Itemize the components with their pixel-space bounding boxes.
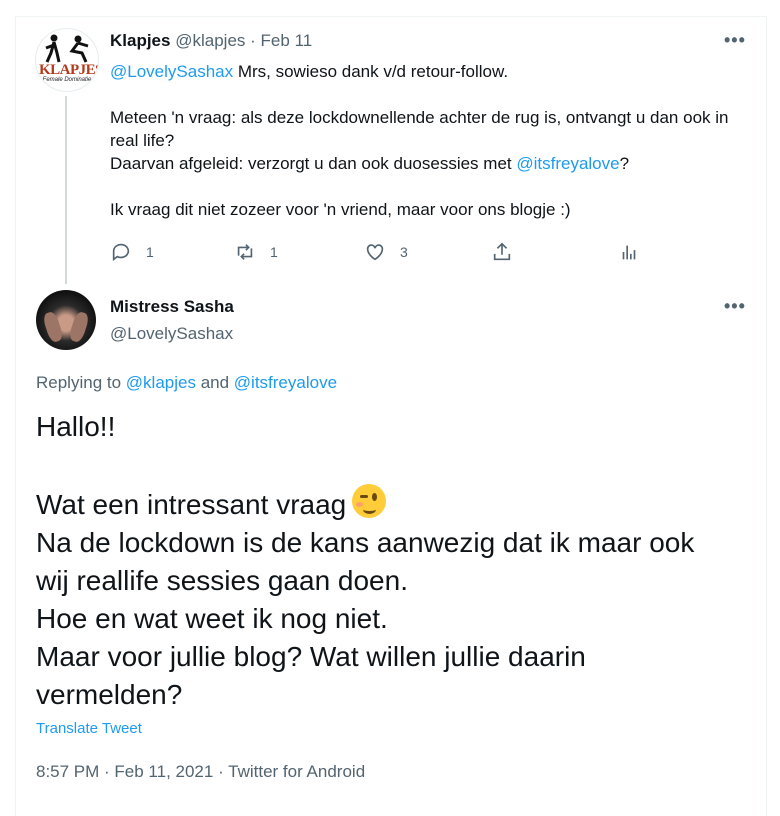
heart-icon <box>366 244 384 261</box>
winking-face-emoji-icon <box>352 484 387 518</box>
tweet1-date[interactable]: Feb 11 <box>261 31 313 50</box>
replying-to-line: Replying to @klapjes and @itsfreyalove <box>36 373 337 393</box>
replying-and: and <box>195 373 234 392</box>
avatar-logo-subtext: Female Dominatie <box>42 77 92 83</box>
tweet1-line3-text: Daarvan afgeleid: verzorgt u dan ook duo… <box>110 154 517 173</box>
mention-lovelysashax[interactable]: @LovelySashax <box>110 62 233 81</box>
tweet1-line1: @LovelySashax Mrs, sowieso dank v/d reto… <box>110 60 740 83</box>
mention-itsfreyalove-reply[interactable]: @itsfreyalove <box>234 373 337 392</box>
tweet2-timestamp-source[interactable]: 8:57 PM · Feb 11, 2021 · Twitter for And… <box>36 762 365 782</box>
tweet1-line4: Ik vraag dit niet zozeer voor 'n vriend,… <box>110 200 571 219</box>
tweet2-line-with-emoji: Wat een intressant vraag <box>36 484 736 524</box>
tweet1-header: Klapjes @klapjes · Feb 11 <box>110 31 312 51</box>
reply-button[interactable]: 1 <box>110 241 154 263</box>
like-button[interactable]: 3 <box>364 241 408 263</box>
tweet1-author-name[interactable]: Klapjes <box>110 31 170 50</box>
tweet2-line: wij reallife sessies gaan doen. <box>36 565 408 596</box>
retweet-button[interactable]: 1 <box>234 241 278 263</box>
tweet2-line: vermelden? <box>36 679 183 710</box>
share-button[interactable] <box>491 241 513 263</box>
tweet2-line: Wat een intressant vraag <box>36 489 347 520</box>
silhouette-logo-icon <box>45 34 89 63</box>
like-count: 3 <box>400 244 408 260</box>
analytics-button[interactable] <box>618 241 640 263</box>
tweet2-more-icon[interactable]: ••• <box>724 296 746 317</box>
analytics-icon <box>622 245 636 260</box>
retweet-count: 1 <box>270 244 278 260</box>
dot-separator: · <box>250 31 256 50</box>
tweet1-line3: Daarvan afgeleid: verzorgt u dan ook duo… <box>110 152 740 175</box>
tweet2-author-name[interactable]: Mistress Sasha <box>110 297 234 317</box>
tweet1-more-icon[interactable]: ••• <box>724 30 746 51</box>
reply-count: 1 <box>146 244 154 260</box>
tweet1-author-handle[interactable]: @klapjes <box>175 31 245 50</box>
tweet1-body: @LovelySashax Mrs, sowieso dank v/d reto… <box>110 60 740 221</box>
tweet1-line3-end: ? <box>619 154 630 173</box>
mention-itsfreyalove[interactable]: @itsfreyalove <box>516 154 619 173</box>
replying-to-label: Replying to <box>36 373 126 392</box>
mistress-sasha-avatar[interactable] <box>36 290 96 350</box>
mention-klapjes[interactable]: @klapjes <box>126 373 196 392</box>
translate-tweet-link[interactable]: Translate Tweet <box>36 720 142 737</box>
tweet2-line: Na de lockdown is de kans aanwezig dat i… <box>36 527 695 558</box>
tweet2-line: Maar voor jullie blog? Wat willen jullie… <box>36 641 586 672</box>
tweet1-line1-text: Mrs, sowieso dank v/d retour-follow. <box>233 62 509 81</box>
reply-icon <box>112 243 130 261</box>
tweet1-line2: Meteen 'n vraag: als deze lockdownellend… <box>110 108 729 150</box>
share-icon <box>493 242 511 261</box>
tweet1-actions: 1 1 3 <box>110 241 670 265</box>
tweet2-line: Hoe en wat weet ik nog niet. <box>36 603 388 634</box>
thread-connector-line <box>65 96 67 284</box>
retweet-icon <box>237 244 253 260</box>
klapjes-avatar[interactable]: KLAPJES Female Dominatie <box>35 28 99 92</box>
tweet2-line: Hallo!! <box>36 411 116 442</box>
tweet2-body: Hallo!! Wat een intressant vraag Na de l… <box>36 408 736 714</box>
tweet2-author-handle[interactable]: @LovelySashax <box>110 324 233 344</box>
